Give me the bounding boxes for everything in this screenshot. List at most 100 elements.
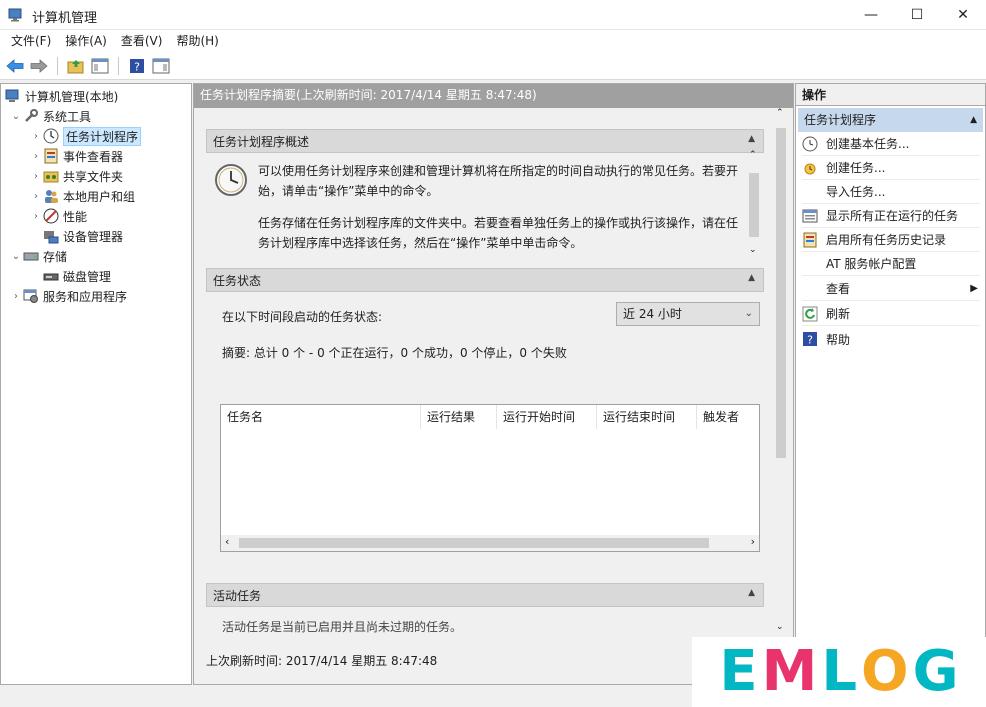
tree-item-label: 设备管理器 (63, 229, 124, 244)
chevron-right-icon[interactable]: › (29, 171, 43, 182)
scrollbar-thumb[interactable] (749, 173, 759, 237)
action-enable-history[interactable]: 启用所有任务历史记录 (802, 228, 980, 252)
up-folder-icon (67, 59, 84, 73)
collapse-icon[interactable]: ▲ (970, 108, 977, 132)
summary-scroll-area[interactable]: 任务计划程序概述 ▲ 可以使用任务计划程序来创建和管理计算机将在所指定的时间自动… (194, 110, 793, 634)
action-create-task[interactable]: 创建任务... (802, 156, 980, 180)
tree-item-shared-folders[interactable]: › 共享文件夹 (29, 166, 123, 186)
tree-item-label: 服务和应用程序 (43, 289, 128, 304)
emlog-watermark-logo: E M L O G (692, 637, 986, 707)
scroll-up-icon[interactable]: ⌃ (776, 108, 784, 118)
maximize-button[interactable]: ☐ (894, 0, 940, 30)
tree-item-storage[interactable]: ⌄ 存储 (9, 246, 67, 266)
action-show-running-tasks[interactable]: 显示所有正在运行的任务 (802, 204, 980, 228)
toolbar: ? (0, 52, 986, 80)
action-help[interactable]: ? 帮助 (802, 327, 980, 351)
tree-item-device-manager[interactable]: 设备管理器 (43, 226, 123, 246)
tree-item-task-scheduler[interactable]: › 任务计划程序 (29, 126, 142, 146)
create-basic-task-icon (802, 136, 818, 151)
collapse-icon[interactable]: ▲ (748, 134, 755, 144)
help-toolbar-button[interactable]: ? (126, 55, 148, 77)
active-tasks-header[interactable]: 活动任务 ▲ (206, 583, 764, 607)
chevron-down-icon: ⌄ (744, 308, 753, 319)
menu-file[interactable]: 文件(F) (4, 30, 58, 52)
chevron-down-icon[interactable]: ⌄ (9, 251, 23, 262)
menu-action[interactable]: 操作(A) (58, 30, 114, 52)
scrollbar-thumb[interactable] (776, 128, 786, 458)
event-viewer-icon (44, 148, 58, 164)
task-status-header[interactable]: 任务状态 ▲ (206, 268, 764, 292)
back-button[interactable] (4, 55, 26, 77)
tree-item-local-users[interactable]: › 本地用户和组 (29, 186, 135, 206)
tree-root[interactable]: 计算机管理(本地) (5, 86, 118, 106)
tree-item-label: 磁盘管理 (63, 269, 112, 284)
show-action-pane-button[interactable] (150, 55, 172, 77)
chevron-down-icon[interactable]: ⌄ (9, 111, 23, 122)
scroll-right-icon[interactable]: › (751, 535, 755, 548)
action-at-service-config[interactable]: AT 服务帐户配置 (802, 252, 980, 276)
blank-icon (802, 256, 818, 272)
chevron-right-icon[interactable]: › (29, 211, 43, 222)
chevron-right-icon[interactable]: › (9, 291, 23, 302)
chevron-right-icon[interactable]: › (29, 151, 43, 162)
close-button[interactable]: ✕ (940, 0, 986, 30)
action-import-task[interactable]: 导入任务... (802, 180, 980, 204)
chevron-right-icon[interactable]: › (29, 191, 43, 202)
scroll-left-icon[interactable]: ‹ (225, 535, 229, 548)
tree-root-label: 计算机管理(本地) (25, 89, 119, 104)
logo-letter: G (912, 639, 959, 704)
tree-item-system-tools[interactable]: ⌄ 系统工具 (9, 106, 91, 126)
blank-icon (802, 184, 818, 200)
shared-folder-icon (43, 171, 59, 183)
column-header[interactable]: 任务名 (221, 405, 421, 429)
storage-icon (23, 252, 39, 261)
action-view[interactable]: 查看 ▶ (802, 277, 980, 301)
tree-item-event-viewer[interactable]: › 事件查看器 (29, 146, 123, 166)
performance-icon (43, 208, 59, 224)
logo-letter: O (861, 639, 909, 704)
logo-letter: L (821, 639, 858, 704)
scroll-down-icon[interactable]: ⌄ (776, 622, 784, 632)
column-header[interactable]: 运行结束时间 (597, 405, 697, 429)
collapse-icon[interactable]: ▲ (748, 273, 755, 283)
chevron-right-icon[interactable]: › (29, 131, 43, 142)
minimize-button[interactable]: — (848, 0, 894, 30)
column-header[interactable]: 触发者 (697, 405, 759, 429)
computer-management-icon (8, 8, 22, 22)
scrollbar-thumb[interactable] (239, 538, 709, 548)
active-tasks-body: 活动任务是当前已启用并且尚未过期的任务。 (206, 607, 764, 634)
overview-paragraph: 任务存储在任务计划程序库的文件夹中。若要查看单独任务上的操作或执行该操作，请在任… (258, 216, 739, 250)
menu-view[interactable]: 查看(V) (114, 30, 170, 52)
tree-item-disk-management[interactable]: 磁盘管理 (43, 266, 111, 286)
actions-group-task-scheduler[interactable]: 任务计划程序 ▲ (798, 108, 983, 132)
summary-header: 任务计划程序摘要(上次刷新时间: 2017/4/14 星期五 8:47:48) (194, 84, 793, 108)
period-select[interactable]: 近 24 小时 ⌄ (616, 302, 760, 326)
action-label: 显示所有正在运行的任务 (826, 209, 959, 223)
action-create-basic-task[interactable]: 创建基本任务... (802, 132, 980, 156)
column-header[interactable]: 运行开始时间 (497, 405, 597, 429)
tree-item-performance[interactable]: › 性能 (29, 206, 87, 226)
action-refresh[interactable]: 刷新 (802, 302, 980, 326)
overview-section-header[interactable]: 任务计划程序概述 ▲ (206, 129, 764, 153)
column-header[interactable]: 运行结果 (421, 405, 497, 429)
scroll-down-icon[interactable]: ⌄ (749, 245, 757, 255)
table-hscrollbar[interactable]: ‹ › (221, 535, 759, 551)
create-task-icon (804, 163, 816, 174)
task-status-table[interactable]: 任务名 运行结果 运行开始时间 运行结束时间 触发者 ‹ › (220, 404, 760, 552)
task-status-body: 在以下时间段启动的任务状态: 近 24 小时 ⌄ 摘要: 总计 0 个 - 0 … (206, 292, 764, 570)
scroll-up-icon[interactable]: ⌃ (749, 150, 757, 160)
help-book-icon: ? (130, 58, 144, 73)
summary-scrollbar[interactable]: ⌃ ⌄ (773, 108, 789, 634)
action-label: 启用所有任务历史记录 (826, 233, 947, 247)
action-label: 创建任务... (826, 161, 886, 175)
overview-scrollbar[interactable]: ⌃ ⌄ (746, 150, 762, 257)
collapse-icon[interactable]: ▲ (748, 588, 755, 598)
tree-item-services-apps[interactable]: › 服务和应用程序 (9, 286, 127, 306)
up-folder-button[interactable] (65, 55, 87, 77)
back-arrow-icon (6, 58, 24, 73)
svg-text:?: ? (134, 60, 140, 73)
forward-button[interactable] (28, 55, 50, 77)
menu-help[interactable]: 帮助(H) (169, 30, 225, 52)
console-tree-icon (91, 58, 109, 73)
show-hide-tree-button[interactable] (89, 55, 111, 77)
